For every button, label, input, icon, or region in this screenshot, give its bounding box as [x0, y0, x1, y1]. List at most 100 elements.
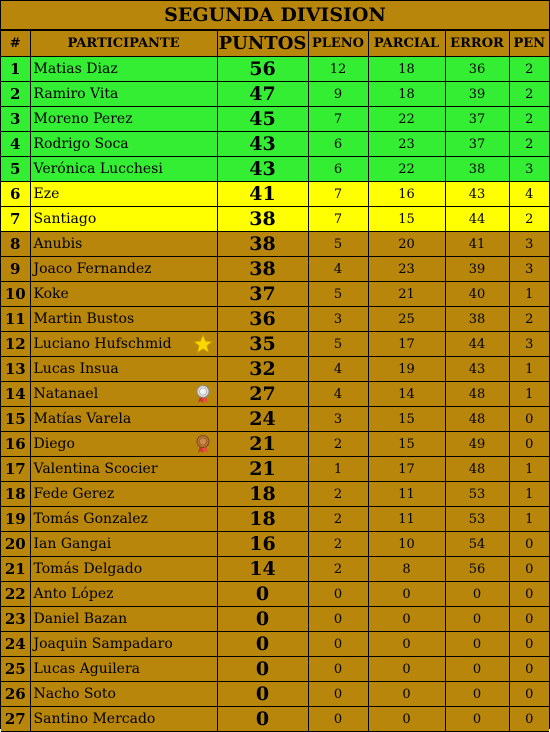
pleno-cell-text: 2 [333, 536, 343, 552]
participant-name-text: Matías Varela [33, 411, 132, 427]
pen-cell: 2 [508, 131, 549, 157]
error-cell: 43 [444, 181, 510, 207]
participant-name: Eze [29, 181, 218, 207]
points-cell-text: 27 [249, 383, 276, 405]
parcial-cell-text: 15 [398, 436, 415, 452]
parcial-cell-text: 23 [398, 136, 415, 152]
pleno-cell: 2 [307, 431, 369, 457]
points-cell: 0 [216, 631, 309, 657]
points-cell-text: 36 [249, 308, 276, 330]
error-cell-text: 38 [468, 161, 486, 177]
participant-name: Luciano Hufschmid [29, 331, 218, 357]
error-cell-text: 43 [468, 186, 486, 202]
pen-cell-text: 0 [525, 611, 534, 627]
pen-cell-text: 1 [525, 511, 534, 527]
points-cell-text: 18 [249, 483, 276, 505]
rank-cell: 16 [1, 431, 31, 457]
parcial-cell-text: 0 [402, 711, 411, 727]
parcial-cell: 0 [367, 656, 446, 682]
participant-name-text: Verónica Lucchesi [33, 161, 163, 177]
table-row: 12 Luciano Hufschmid 35 5 17 44 3 [1, 331, 549, 357]
error-cell-text: 39 [468, 86, 486, 102]
pleno-cell-text: 0 [333, 661, 343, 677]
points-cell: 0 [216, 606, 309, 632]
table-row: 26 Nacho Soto 0 0 0 0 0 [1, 681, 549, 707]
table-row: 23 Daniel Bazan 0 0 0 0 0 [1, 606, 549, 632]
parcial-cell-text: 0 [402, 636, 411, 652]
pleno-cell: 5 [307, 281, 369, 307]
rank-cell: 9 [1, 256, 31, 282]
points-cell-text: 38 [249, 208, 276, 230]
participant-name: Joaquin Sampadaro [29, 631, 218, 657]
rank-cell: 13 [1, 356, 31, 382]
pen-cell: 2 [508, 81, 549, 107]
error-cell: 48 [444, 406, 510, 432]
error-cell-text: 48 [468, 411, 486, 427]
pen-cell-text: 0 [525, 436, 534, 452]
pleno-cell-text: 4 [333, 361, 343, 377]
rank-cell: 20 [1, 531, 31, 557]
header-points: PUNTOS [216, 30, 309, 57]
participant-name-text: Rodrigo Soca [33, 136, 129, 152]
pen-cell-text: 3 [525, 236, 534, 252]
error-cell-text: 39 [468, 261, 486, 277]
participant-name-text: Natanael [33, 386, 99, 402]
participant-name-text: Anto López [33, 586, 114, 602]
participant-name-text: Anubis [33, 236, 83, 252]
rank-cell: 24 [1, 631, 31, 657]
rank-cell-text: 27 [4, 710, 26, 728]
rank-cell-text: 22 [4, 585, 26, 603]
points-cell: 47 [216, 81, 309, 107]
table-row: 17 Valentina Scocier 21 1 17 48 1 [1, 456, 549, 482]
rank-cell-text: 8 [10, 235, 21, 253]
rank-cell: 23 [1, 606, 31, 632]
rank-cell-text: 26 [4, 685, 26, 703]
points-cell: 37 [216, 281, 309, 307]
points-cell: 0 [216, 656, 309, 682]
rank-cell-text: 20 [4, 535, 26, 553]
pen-cell: 2 [508, 306, 549, 332]
table-row: 10 Koke 37 5 21 40 1 [1, 281, 549, 307]
points-cell: 43 [216, 131, 309, 157]
points-cell: 0 [216, 706, 309, 732]
pleno-cell-text: 9 [333, 86, 343, 102]
parcial-cell: 10 [367, 531, 446, 557]
table-row: 13 Lucas Insua 32 4 19 43 1 [1, 356, 549, 382]
header-pleno: PLENO [307, 30, 369, 57]
pleno-cell: 2 [307, 506, 369, 532]
error-cell-text: 36 [468, 61, 486, 77]
error-cell-text: 0 [472, 686, 482, 702]
parcial-cell: 16 [367, 181, 446, 207]
rank-cell: 12 [1, 331, 31, 357]
points-cell: 0 [216, 581, 309, 607]
pen-cell: 0 [508, 681, 549, 707]
table-row: 16 Diego 21 2 15 49 0 [1, 431, 549, 457]
participant-name: Martin Bustos [29, 306, 218, 332]
pen-cell-text: 0 [525, 561, 534, 577]
pleno-cell: 6 [307, 131, 369, 157]
participant-name: Natanael [29, 381, 218, 407]
header-participant: PARTICIPANTE [29, 30, 218, 57]
error-cell: 40 [444, 281, 510, 307]
parcial-cell-text: 11 [398, 511, 415, 527]
parcial-cell-text: 20 [398, 236, 415, 252]
pen-cell-text: 3 [525, 336, 534, 352]
participant-name: Santiago [29, 206, 218, 232]
parcial-cell-text: 11 [398, 486, 415, 502]
pen-cell: 3 [508, 331, 549, 357]
participant-name: Fede Gerez [29, 481, 218, 507]
pleno-cell: 0 [307, 631, 369, 657]
parcial-cell: 20 [367, 231, 446, 257]
participant-name-text: Lucas Aguilera [33, 661, 141, 677]
error-cell: 48 [444, 381, 510, 407]
pleno-cell: 7 [307, 206, 369, 232]
error-cell: 39 [444, 81, 510, 107]
rank-cell-text: 15 [4, 410, 26, 428]
parcial-cell: 14 [367, 381, 446, 407]
rank-cell-text: 6 [10, 185, 21, 203]
parcial-cell: 17 [367, 331, 446, 357]
participant-name: Anto López [29, 581, 218, 607]
pleno-cell-text: 0 [333, 711, 343, 727]
parcial-cell: 15 [367, 431, 446, 457]
participant-name: Santino Mercado [29, 706, 218, 732]
